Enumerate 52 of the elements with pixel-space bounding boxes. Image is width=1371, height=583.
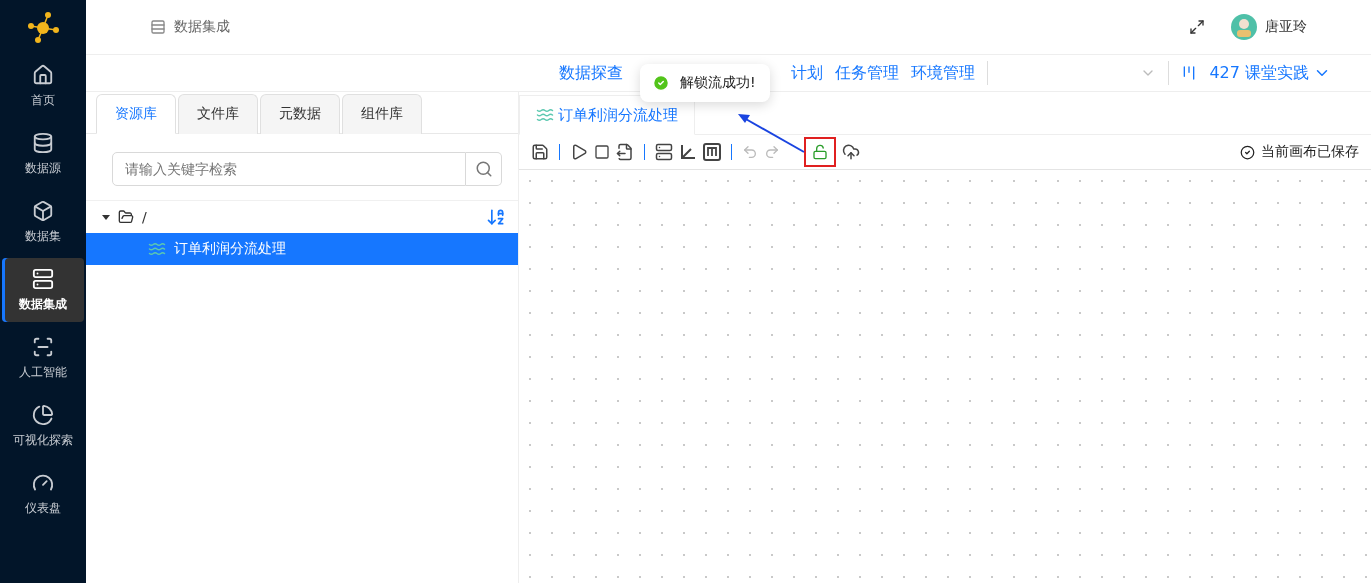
sidebar-item[interactable]: 可视化探索 (2, 394, 84, 458)
pie-chart-icon (32, 403, 54, 426)
fullscreen-icon[interactable] (1189, 19, 1205, 35)
search-field[interactable]: 请输入关键字检索 (112, 152, 466, 186)
sidebar-item[interactable]: 数据源 (2, 122, 84, 186)
unlock-icon[interactable] (812, 144, 828, 160)
panel-tab[interactable]: 资源库 (96, 94, 176, 134)
panel-tab[interactable]: 元数据 (260, 94, 340, 134)
server-icon (32, 267, 54, 290)
tree-label: 订单利润分流处理 (174, 240, 286, 258)
toast: 解锁流成功! (640, 64, 770, 102)
project-selector[interactable]: 427 课堂实践 (1209, 62, 1309, 84)
tree-label: / (142, 209, 147, 225)
home-icon (32, 63, 54, 86)
nav-link[interactable]: 数据探查 (559, 62, 624, 84)
scan-icon (32, 335, 54, 358)
cube-icon (32, 199, 54, 222)
sidebar-item[interactable]: 首页 (2, 54, 84, 118)
database-icon (32, 131, 54, 154)
save-status: 当前画布已保存 (1261, 143, 1359, 161)
logo-icon (25, 10, 61, 46)
search-button[interactable] (466, 152, 502, 186)
sidebar-item[interactable]: 仪表盘 (2, 462, 84, 526)
upload-icon[interactable] (842, 143, 860, 161)
breadcrumb: 数据集成 (174, 18, 230, 36)
waves-icon (148, 240, 166, 258)
user-name: 唐亚玲 (1265, 18, 1307, 36)
frame-icon[interactable] (703, 143, 721, 161)
waves-icon (536, 106, 554, 124)
save-icon[interactable] (531, 143, 549, 161)
search-icon (474, 160, 493, 178)
sidebar-item[interactable]: 数据集 (2, 190, 84, 254)
export-icon[interactable] (616, 143, 634, 161)
nav-link[interactable]: 计划 (791, 62, 824, 84)
panel-tab[interactable]: 组件库 (342, 94, 422, 134)
success-icon (652, 74, 670, 92)
stop-icon[interactable] (594, 144, 610, 160)
sidebar-item[interactable]: 数据集成 (2, 258, 84, 322)
check-circle-icon (1240, 144, 1255, 160)
caret-icon[interactable] (102, 214, 110, 220)
list-icon (150, 19, 166, 35)
panel-tab[interactable]: 文件库 (178, 94, 258, 134)
server-icon[interactable] (655, 143, 673, 161)
nav-link[interactable]: 任务管理 (835, 62, 900, 84)
sidebar-item[interactable]: 人工智能 (2, 326, 84, 390)
nav-link[interactable]: 环境管理 (911, 62, 976, 84)
angle-icon[interactable] (679, 143, 697, 161)
play-icon[interactable] (570, 143, 588, 161)
folder-icon (118, 209, 134, 225)
sort-icon[interactable] (486, 207, 506, 227)
pointer-arrow (738, 114, 805, 153)
tree-item[interactable]: 订单利润分流处理 (86, 233, 518, 265)
